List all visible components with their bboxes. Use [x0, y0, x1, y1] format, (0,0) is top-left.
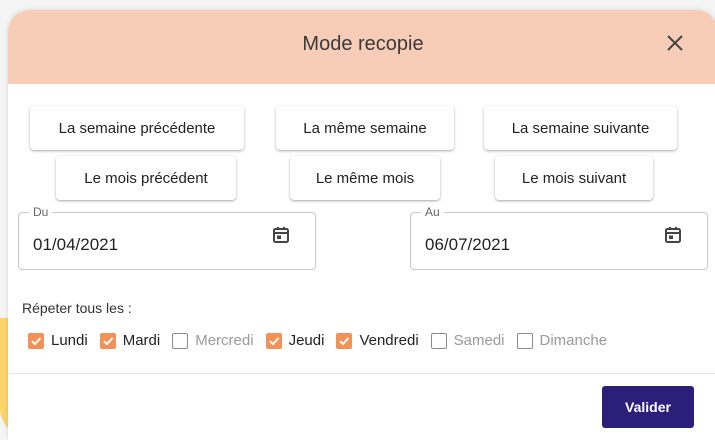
- day-label-thursday: Jeudi: [288, 332, 325, 349]
- checkbox-monday[interactable]: [28, 332, 44, 349]
- checkbox-saturday[interactable]: [430, 332, 447, 349]
- checkbox-tuesday[interactable]: [99, 332, 116, 349]
- date-from-label: Du: [29, 205, 53, 219]
- previous-week-button[interactable]: La semaine précédente: [30, 106, 244, 150]
- day-tuesday[interactable]: Mardi: [99, 332, 161, 349]
- date-from-value[interactable]: 01/04/2021: [33, 235, 118, 255]
- day-label-tuesday: Mardi: [122, 332, 161, 349]
- day-label-saturday: Samedi: [453, 332, 505, 349]
- day-label-sunday: Dimanche: [539, 332, 608, 349]
- day-wednesday[interactable]: Mercredi: [172, 332, 254, 349]
- footer-divider: [8, 373, 715, 374]
- checkbox-thursday[interactable]: [265, 332, 282, 349]
- same-month-button[interactable]: Le même mois: [290, 156, 440, 200]
- date-to-label: Au: [421, 205, 444, 219]
- weekday-checkboxes: Lundi Mardi Mercredi Jeudi Vendredi Same…: [28, 332, 619, 349]
- dialog-header: Mode recopie: [8, 10, 715, 84]
- day-label-monday: Lundi: [51, 332, 88, 349]
- close-button[interactable]: [660, 28, 690, 58]
- calendar-icon[interactable]: [271, 225, 291, 245]
- day-thursday[interactable]: Jeudi: [265, 332, 325, 349]
- close-icon: [667, 35, 683, 51]
- date-from-field[interactable]: Du 01/04/2021: [18, 205, 316, 270]
- same-week-button[interactable]: La même semaine: [276, 106, 454, 150]
- dialog-title: Mode recopie: [302, 33, 424, 55]
- date-to-value[interactable]: 06/07/2021: [425, 235, 510, 255]
- day-label-wednesday: Mercredi: [195, 332, 254, 349]
- repeat-label: Répeter tous les :: [22, 300, 132, 316]
- day-friday[interactable]: Vendredi: [336, 332, 419, 349]
- validate-button[interactable]: Valider: [602, 386, 694, 428]
- next-month-button[interactable]: Le mois suivant: [495, 156, 653, 200]
- checkbox-wednesday[interactable]: [172, 332, 189, 349]
- next-week-button[interactable]: La semaine suivante: [484, 106, 677, 150]
- day-label-friday: Vendredi: [359, 332, 419, 349]
- checkbox-sunday[interactable]: [516, 332, 533, 349]
- date-to-field[interactable]: Au 06/07/2021: [410, 205, 708, 270]
- day-saturday[interactable]: Samedi: [430, 332, 505, 349]
- day-monday[interactable]: Lundi: [28, 332, 88, 349]
- calendar-icon[interactable]: [663, 225, 683, 245]
- copy-mode-dialog: Mode recopie La semaine précédente La mê…: [8, 10, 715, 440]
- previous-month-button[interactable]: Le mois précédent: [56, 156, 236, 200]
- checkbox-friday[interactable]: [336, 332, 353, 349]
- day-sunday[interactable]: Dimanche: [516, 332, 608, 349]
